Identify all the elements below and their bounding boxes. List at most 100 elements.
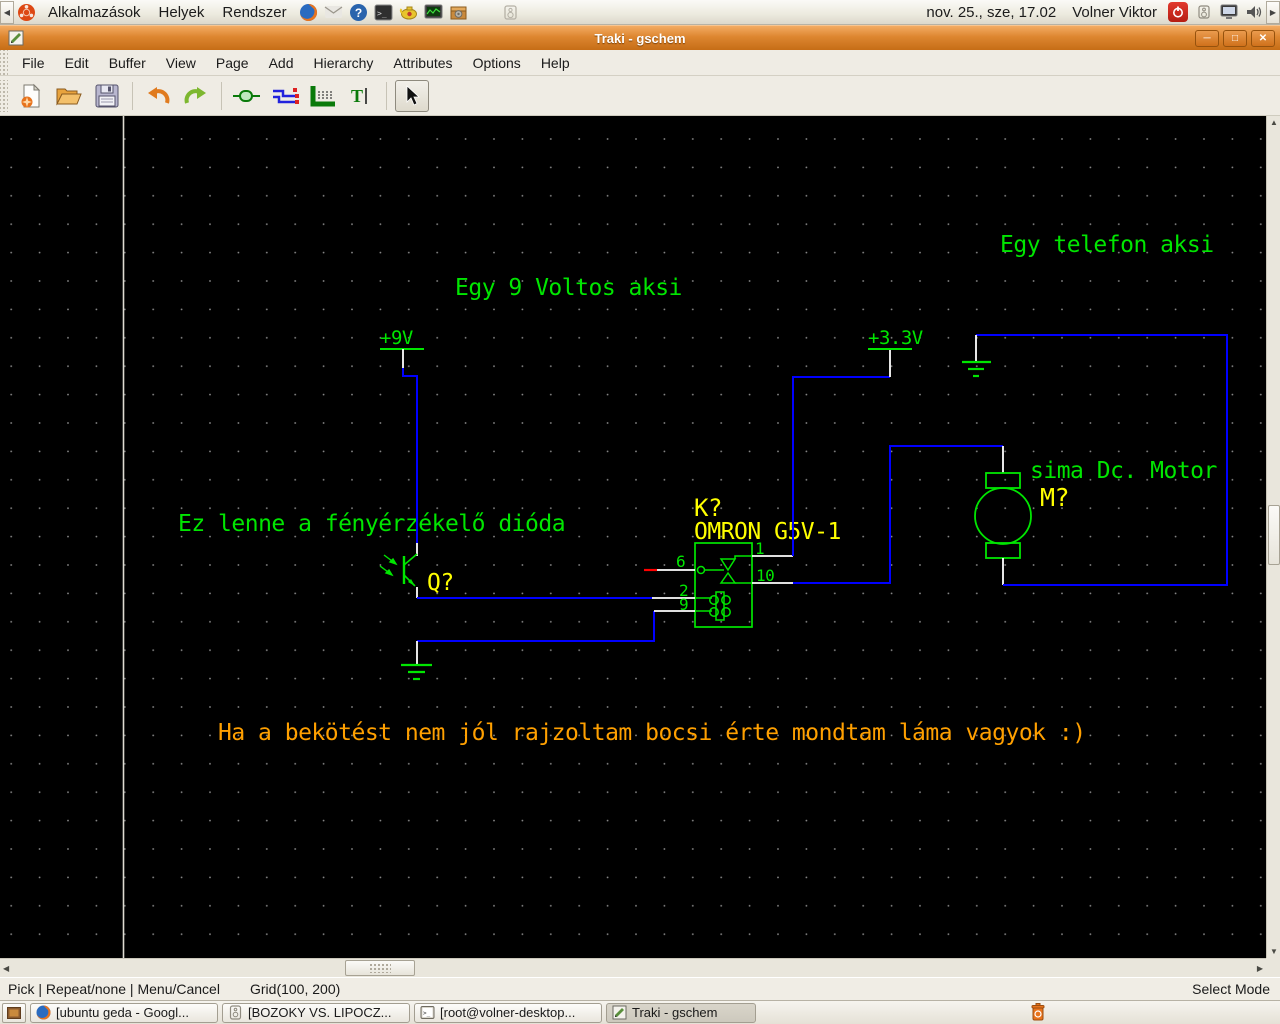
pin-number-10: 10 xyxy=(756,566,774,585)
desktop: ◀ Alkalmazások Helyek Rendszer ? >_ nov.… xyxy=(0,0,1280,1024)
menu-options[interactable]: Options xyxy=(463,52,531,74)
menu-view[interactable]: View xyxy=(156,52,206,74)
taskbar-item-label: [root@volner-desktop... xyxy=(440,1005,576,1020)
scroll-left-icon[interactable]: ◀ xyxy=(3,964,9,973)
taskbar-item-player[interactable]: [BOZOKY VS. LIPOCZ... xyxy=(222,1002,410,1023)
speaker-icon xyxy=(228,1005,243,1020)
menu-places[interactable]: Helyek xyxy=(150,1,214,24)
svg-text:>_: >_ xyxy=(377,9,387,18)
add-text-button[interactable]: T xyxy=(344,80,378,112)
package-icon[interactable] xyxy=(449,3,468,22)
open-file-button[interactable] xyxy=(52,80,86,112)
horizontal-scrollbar-thumb[interactable] xyxy=(345,960,415,976)
user-switcher[interactable]: Volner Viktor xyxy=(1064,1,1165,24)
toolbar: T xyxy=(0,76,1280,116)
minimize-button[interactable]: ─ xyxy=(1195,29,1219,47)
firefox-icon[interactable] xyxy=(299,3,318,22)
menu-help[interactable]: Help xyxy=(531,52,580,74)
menu-hierarchy[interactable]: Hierarchy xyxy=(304,52,384,74)
scroll-right-icon[interactable]: ▶ xyxy=(1257,964,1263,973)
svg-text:>_: >_ xyxy=(423,1010,431,1017)
thumb-grip xyxy=(369,963,391,973)
panel-collapse-left[interactable]: ◀ xyxy=(0,0,14,24)
scroll-up-icon[interactable]: ▲ xyxy=(1267,118,1280,127)
taskbar-item-label: Traki - gschem xyxy=(632,1005,718,1020)
window-titlebar[interactable]: Traki - gschem ─ □ ✕ xyxy=(0,25,1280,50)
display-icon[interactable] xyxy=(1219,3,1238,22)
toolbar-grip[interactable] xyxy=(0,79,8,112)
new-file-button[interactable] xyxy=(14,80,48,112)
add-net-button[interactable] xyxy=(268,80,302,112)
maximize-button[interactable]: □ xyxy=(1223,29,1247,47)
status-grid: Grid(100, 200) xyxy=(250,981,341,997)
select-mode-button[interactable] xyxy=(395,79,429,112)
power-icon[interactable] xyxy=(1168,2,1188,22)
panel-collapse-right[interactable]: ▶ xyxy=(1266,0,1280,24)
relay-refdes[interactable]: K? xyxy=(694,494,722,522)
lamp-icon[interactable] xyxy=(399,3,418,22)
note-sensor[interactable]: Ez lenne a fényérzékelő dióda xyxy=(178,511,566,537)
terminal-icon[interactable]: >_ xyxy=(374,3,393,22)
taskbar: [ubuntu geda - Googl... [BOZOKY VS. LIPO… xyxy=(0,1000,1280,1024)
menu-add[interactable]: Add xyxy=(259,52,304,74)
taskbar-item-label: [ubuntu geda - Googl... xyxy=(56,1005,189,1020)
taskbar-item-label: [BOZOKY VS. LIPOCZ... xyxy=(248,1005,392,1020)
gnome-top-panel: ◀ Alkalmazások Helyek Rendszer ? >_ nov.… xyxy=(0,0,1280,25)
motor-label[interactable]: sima Dc. Motor xyxy=(1030,458,1217,484)
speaker-icon[interactable] xyxy=(1194,3,1213,22)
menu-system[interactable]: Rendszer xyxy=(213,1,295,24)
menu-page[interactable]: Page xyxy=(206,52,259,74)
vertical-scrollbar-thumb[interactable] xyxy=(1268,505,1280,565)
menu-file[interactable]: File xyxy=(12,52,55,74)
toolbar-separator xyxy=(132,81,133,110)
relay-value[interactable]: OMRON G5V-1 xyxy=(694,519,841,545)
scroll-down-icon[interactable]: ▼ xyxy=(1267,947,1280,956)
mail-icon[interactable] xyxy=(324,3,343,22)
taskbar-item-browser[interactable]: [ubuntu geda - Googl... xyxy=(30,1002,218,1023)
taskbar-item-gschem[interactable]: Traki - gschem xyxy=(606,1002,756,1023)
speaker-muted-icon[interactable] xyxy=(501,3,520,22)
pin-number-9: 9 xyxy=(679,595,688,614)
window-title: Traki - gschem xyxy=(594,30,686,46)
menubar: File Edit Buffer View Page Add Hierarchy… xyxy=(0,50,1280,76)
help-icon[interactable]: ? xyxy=(349,3,368,22)
status-mode: Select Mode xyxy=(1192,981,1270,997)
note-9v-title[interactable]: Egy 9 Voltos aksi xyxy=(455,275,682,301)
system-monitor-icon[interactable] xyxy=(424,3,443,22)
taskbar-item-terminal[interactable]: >_ [root@volner-desktop... xyxy=(414,1002,602,1023)
statusbar: Pick | Repeat/none | Menu/Cancel Grid(10… xyxy=(0,977,1280,1000)
schematic-canvas[interactable]: Egy 9 Voltos aksi Egy telefon aksi Ez le… xyxy=(0,116,1266,958)
vertical-scrollbar[interactable]: ▲ ▼ xyxy=(1266,116,1280,958)
volume-icon[interactable] xyxy=(1244,3,1263,22)
trash-icon[interactable] xyxy=(1028,1002,1048,1022)
terminal-icon: >_ xyxy=(420,1005,435,1020)
motor-refdes[interactable]: M? xyxy=(1040,483,1070,512)
firefox-icon xyxy=(36,1005,51,1020)
horizontal-scrollbar[interactable]: ◀ ▶ xyxy=(0,958,1266,977)
status-keys: Pick | Repeat/none | Menu/Cancel xyxy=(8,981,220,997)
add-component-button[interactable] xyxy=(230,80,264,112)
power-33v-label[interactable]: +3.3V xyxy=(868,327,923,349)
transistor-refdes[interactable]: Q? xyxy=(427,570,454,596)
power-9v-label[interactable]: +9V xyxy=(380,327,413,349)
scrollbar-corner xyxy=(1266,958,1280,977)
close-button[interactable]: ✕ xyxy=(1251,29,1275,47)
gschem-icon xyxy=(612,1005,627,1020)
redo-button[interactable] xyxy=(179,80,213,112)
save-file-button[interactable] xyxy=(90,80,124,112)
ubuntu-logo-icon[interactable] xyxy=(17,3,36,22)
note-apology[interactable]: Ha a bekötést nem jól rajzoltam bocsi ér… xyxy=(218,720,1086,746)
pin-number-6: 6 xyxy=(676,552,685,571)
menu-attributes[interactable]: Attributes xyxy=(383,52,462,74)
menu-edit[interactable]: Edit xyxy=(55,52,99,74)
new-star-icon xyxy=(21,96,33,107)
note-phone-title[interactable]: Egy telefon aksi xyxy=(1000,232,1214,258)
add-bus-button[interactable] xyxy=(306,80,340,112)
menu-applications[interactable]: Alkalmazások xyxy=(39,1,150,24)
menubar-grip[interactable] xyxy=(0,50,8,75)
show-desktop-button[interactable] xyxy=(2,1002,26,1023)
svg-text:?: ? xyxy=(354,6,361,20)
undo-button[interactable] xyxy=(141,80,175,112)
menu-buffer[interactable]: Buffer xyxy=(99,52,156,74)
clock-applet[interactable]: nov. 25., sze, 17.02 xyxy=(918,1,1064,24)
